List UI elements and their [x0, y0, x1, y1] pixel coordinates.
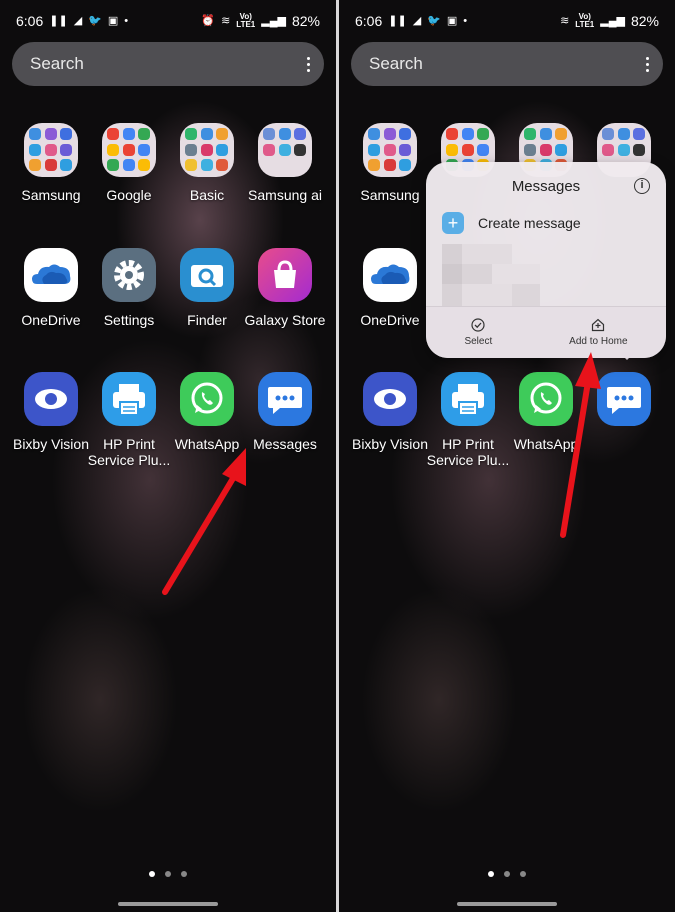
magnifier-icon: [180, 248, 234, 302]
blurred-conversation-preview: [442, 244, 540, 306]
page-indicator[interactable]: [0, 871, 336, 877]
navigation-handle[interactable]: [118, 902, 218, 906]
gallery-icon: ▣: [446, 14, 458, 27]
app-bixby-vision[interactable]: Bixby Vision: [347, 372, 433, 452]
volte-indicator: Vo) LTE1: [236, 12, 256, 29]
whatsapp-icon: [519, 372, 573, 426]
printer-icon: [102, 372, 156, 426]
shopping-bag-icon: [258, 248, 312, 302]
wifi-icon: ≋: [221, 14, 231, 27]
popup-pointer: [619, 352, 635, 360]
search-bar[interactable]: Search: [351, 42, 663, 86]
more-options-icon[interactable]: [307, 56, 310, 72]
pause-icon: ❚❚: [49, 14, 68, 27]
home-screen-left: 6:06 ❚❚ ◢ 🐦 ▣ • ⏰ ≋ Vo) LTE1 ▂▄▆ 82% Sear…: [0, 0, 336, 912]
app-onedrive[interactable]: OneDrive: [347, 248, 433, 328]
telegram-icon: ◢: [73, 14, 83, 27]
check-circle-icon: [471, 318, 485, 332]
create-message-shortcut[interactable]: + Create message: [442, 212, 581, 234]
signal-icon: ▂▄▆: [261, 14, 286, 27]
eye-icon: [24, 372, 78, 426]
home-screen-right: 6:06 ❚❚ ◢ 🐦 ▣ • ≋ Vo) LTE1 ▂▄▆ 82% Search…: [339, 0, 675, 912]
app-whatsapp[interactable]: WhatsApp: [503, 372, 589, 452]
navigation-handle[interactable]: [457, 902, 557, 906]
battery-level: 82%: [291, 13, 320, 29]
folder-icon: [363, 123, 417, 177]
page-dot[interactable]: [520, 871, 526, 877]
app-messages[interactable]: Messages: [242, 372, 328, 452]
app-galaxy-store[interactable]: Galaxy Store: [242, 248, 328, 328]
battery-level: 82%: [630, 13, 659, 29]
folder-samsung[interactable]: Samsung: [8, 123, 94, 203]
gallery-icon: ▣: [107, 14, 119, 27]
wifi-icon: ≋: [560, 14, 570, 27]
onedrive-icon: [363, 248, 417, 302]
app-context-menu: Messages i + Create message Select Add t…: [426, 162, 666, 358]
app-hp-print[interactable]: HP Print Service Plu...: [425, 372, 511, 468]
twitter-icon: 🐦: [427, 14, 441, 27]
clock: 6:06: [16, 13, 44, 29]
page-dot[interactable]: [181, 871, 187, 877]
more-options-icon[interactable]: [646, 56, 649, 72]
dot-icon: •: [463, 14, 468, 27]
app-finder[interactable]: Finder: [164, 248, 250, 328]
app-onedrive[interactable]: OneDrive: [8, 248, 94, 328]
popup-actions: Select Add to Home: [426, 306, 666, 358]
app-hp-print[interactable]: HP Print Service Plu...: [86, 372, 172, 468]
onedrive-icon: [24, 248, 78, 302]
popup-title: Messages: [511, 178, 581, 195]
info-icon[interactable]: i: [634, 178, 650, 194]
folder-icon: [258, 123, 312, 177]
printer-icon: [441, 372, 495, 426]
plus-icon: +: [442, 212, 464, 234]
telegram-icon: ◢: [412, 14, 422, 27]
pause-icon: ❚❚: [388, 14, 407, 27]
search-placeholder: Search: [30, 54, 84, 73]
folder-icon: [24, 123, 78, 177]
add-to-home-button[interactable]: Add to Home: [569, 318, 628, 347]
gear-icon: [102, 248, 156, 302]
twitter-icon: 🐦: [88, 14, 102, 27]
status-bar: 6:06 ❚❚ ◢ 🐦 ▣ • ⏰ ≋ Vo) LTE1 ▂▄▆ 82%: [0, 0, 336, 42]
folder-samsung[interactable]: Samsung: [347, 123, 433, 203]
page-dot[interactable]: [504, 871, 510, 877]
app-whatsapp[interactable]: WhatsApp: [164, 372, 250, 452]
signal-icon: ▂▄▆: [600, 14, 625, 27]
page-dot[interactable]: [165, 871, 171, 877]
create-message-label: Create message: [478, 215, 581, 231]
select-button[interactable]: Select: [464, 318, 492, 347]
chat-bubble-icon: [597, 372, 651, 426]
folder-samsung-ai[interactable]: Samsung ai: [242, 123, 328, 203]
page-indicator[interactable]: [339, 871, 675, 877]
page-dot[interactable]: [149, 871, 155, 877]
chat-bubble-icon: [258, 372, 312, 426]
search-bar[interactable]: Search: [12, 42, 324, 86]
folder-basic[interactable]: Basic: [164, 123, 250, 203]
dot-icon: •: [124, 14, 129, 27]
page-dot[interactable]: [488, 871, 494, 877]
volte-indicator: Vo) LTE1: [575, 12, 595, 29]
app-settings[interactable]: Settings: [86, 248, 172, 328]
folder-google[interactable]: Google: [86, 123, 172, 203]
search-placeholder: Search: [369, 54, 423, 73]
folder-icon: [180, 123, 234, 177]
whatsapp-icon: [180, 372, 234, 426]
folder-icon: [102, 123, 156, 177]
alarm-icon: ⏰: [201, 14, 216, 27]
home-plus-icon: [592, 318, 605, 332]
status-bar: 6:06 ❚❚ ◢ 🐦 ▣ • ≋ Vo) LTE1 ▂▄▆ 82%: [339, 0, 675, 42]
clock: 6:06: [355, 13, 383, 29]
app-bixby-vision[interactable]: Bixby Vision: [8, 372, 94, 452]
eye-icon: [363, 372, 417, 426]
app-messages[interactable]: [581, 372, 667, 436]
